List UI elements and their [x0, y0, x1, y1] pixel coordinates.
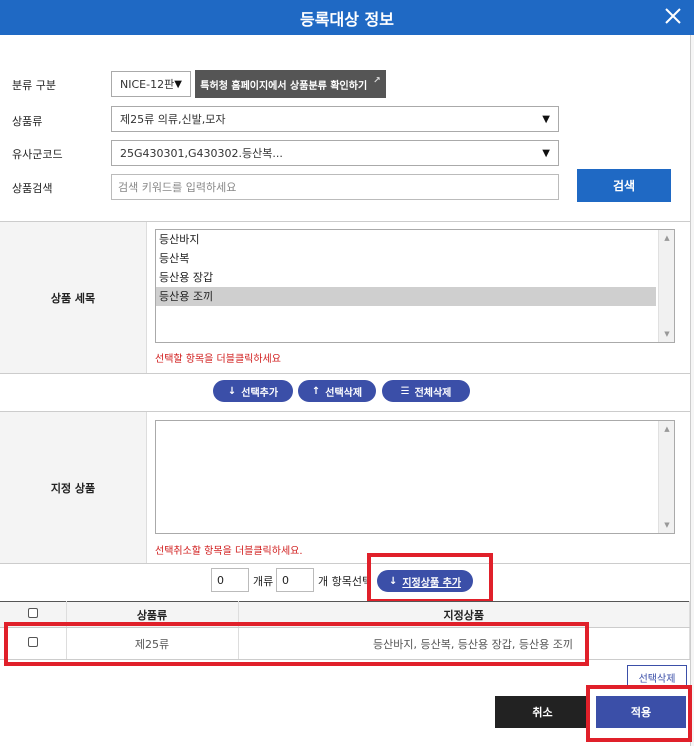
search-label: 상품검색 [12, 182, 53, 195]
registration-dialog: 등록대상 정보 분류 구분 NICE-12판 ▼ 특허청 홈페이지에서 상품분류… [0, 0, 694, 746]
external-link-icon: ↗ [373, 76, 381, 86]
designated-table: 상품류 지정상품 제25류 등산바지, 등산복, 등산용 장갑, 등산용 조끼 [0, 601, 690, 660]
add-designated-button[interactable]: ↓ 지정상품 추가 [377, 570, 473, 592]
search-button[interactable]: 검색 [577, 169, 671, 202]
detail-label: 상품 세목 [0, 222, 147, 373]
delete-all-button[interactable]: ☰ 전체삭제 [382, 380, 470, 402]
list-item[interactable]: 등산용 조끼 [156, 287, 656, 306]
close-icon[interactable] [662, 5, 684, 27]
scroll-down-icon[interactable]: ▼ [659, 521, 674, 529]
classification-value: NICE-12판 [120, 78, 175, 91]
detail-hint: 선택할 항목을 더블클릭하세요 [155, 354, 281, 365]
row-products-cell: 등산바지, 등산복, 등산용 장갑, 등산용 조끼 [238, 627, 690, 660]
designated-hint: 선택취소할 항목을 더블클릭하세요. [155, 546, 303, 557]
row-checkbox[interactable] [27, 637, 38, 647]
table-delete-selected-button[interactable]: 선택삭제 [627, 665, 687, 689]
arrow-up-icon: ↑ [311, 385, 321, 397]
list-item[interactable]: 등산용 장갑 [156, 268, 656, 287]
select-all-checkbox[interactable] [27, 608, 38, 618]
detail-listbox[interactable]: 등산바지 등산복 등산용 장갑 등산용 조끼 ▲ ▼ [155, 229, 675, 343]
add-selected-label: 선택추가 [241, 387, 279, 399]
delete-selected-button[interactable]: ↑ 선택삭제 [298, 380, 376, 402]
table-header-row: 상품류 지정상품 [0, 601, 690, 628]
chevron-down-icon: ▼ [542, 113, 550, 125]
scroll-up-icon[interactable]: ▲ [659, 425, 674, 433]
scroll-up-icon[interactable]: ▲ [659, 234, 674, 242]
designated-listbox[interactable]: ▲ ▼ [155, 420, 675, 534]
chevron-down-icon: ▼ [174, 78, 182, 90]
dialog-titlebar: 등록대상 정보 [0, 0, 694, 35]
header-class: 상품류 [66, 601, 239, 628]
listbox-scrollbar[interactable]: ▲ ▼ [658, 230, 674, 342]
chevron-down-icon: ▼ [542, 147, 550, 159]
add-selected-button[interactable]: ↓ 선택추가 [213, 380, 293, 402]
class-count-suffix: 개류 [253, 575, 274, 588]
delete-all-label: 전체삭제 [414, 387, 452, 399]
classification-label: 분류 구분 [12, 79, 56, 92]
arrow-down-icon: ↓ [388, 575, 398, 587]
table-row[interactable]: 제25류 등산바지, 등산복, 등산용 장갑, 등산용 조끼 [0, 627, 690, 660]
designated-label: 지정 상품 [0, 412, 147, 563]
dialog-scrollbar[interactable] [690, 35, 694, 746]
apply-button[interactable]: 적용 [596, 696, 686, 728]
similar-code-value: 25G430301,G430302.등산복... [120, 147, 283, 160]
cancel-button[interactable]: 취소 [495, 696, 590, 728]
delete-selected-label: 선택삭제 [325, 387, 363, 399]
dialog-title: 등록대상 정보 [300, 10, 394, 29]
product-class-label: 상품류 [12, 115, 43, 128]
product-class-select[interactable]: 제25류 의류,신발,모자 ▼ [111, 106, 559, 132]
item-count-suffix: 개 항목선택 [318, 575, 373, 588]
similar-code-label: 유사군코드 [12, 148, 63, 161]
kipris-link-label: 특허청 홈페이지에서 상품분류 확인하기 [200, 80, 368, 92]
list-item[interactable]: 등산바지 [156, 230, 656, 249]
classification-select[interactable]: NICE-12판 ▼ [111, 71, 191, 97]
search-placeholder: 검색 키워드를 입력하세요 [118, 181, 237, 194]
list-item[interactable]: 등산복 [156, 249, 656, 268]
scroll-down-icon[interactable]: ▼ [659, 330, 674, 338]
item-count-field: 0 [276, 568, 314, 592]
kipris-link-button[interactable]: 특허청 홈페이지에서 상품분류 확인하기 ↗ [195, 70, 386, 98]
list-icon: ☰ [400, 385, 410, 397]
add-designated-label: 지정상품 추가 [402, 577, 462, 589]
row-checkbox-cell[interactable] [0, 627, 67, 660]
product-class-value: 제25류 의류,신발,모자 [120, 113, 226, 126]
similar-code-select[interactable]: 25G430301,G430302.등산복... ▼ [111, 140, 559, 166]
listbox-scrollbar[interactable]: ▲ ▼ [658, 421, 674, 533]
search-input[interactable]: 검색 키워드를 입력하세요 [111, 174, 559, 200]
class-count-field: 0 [211, 568, 249, 592]
row-class-cell: 제25류 [66, 627, 239, 660]
header-products: 지정상품 [238, 601, 690, 628]
arrow-down-icon: ↓ [227, 385, 237, 397]
select-all-cell[interactable] [0, 601, 67, 628]
